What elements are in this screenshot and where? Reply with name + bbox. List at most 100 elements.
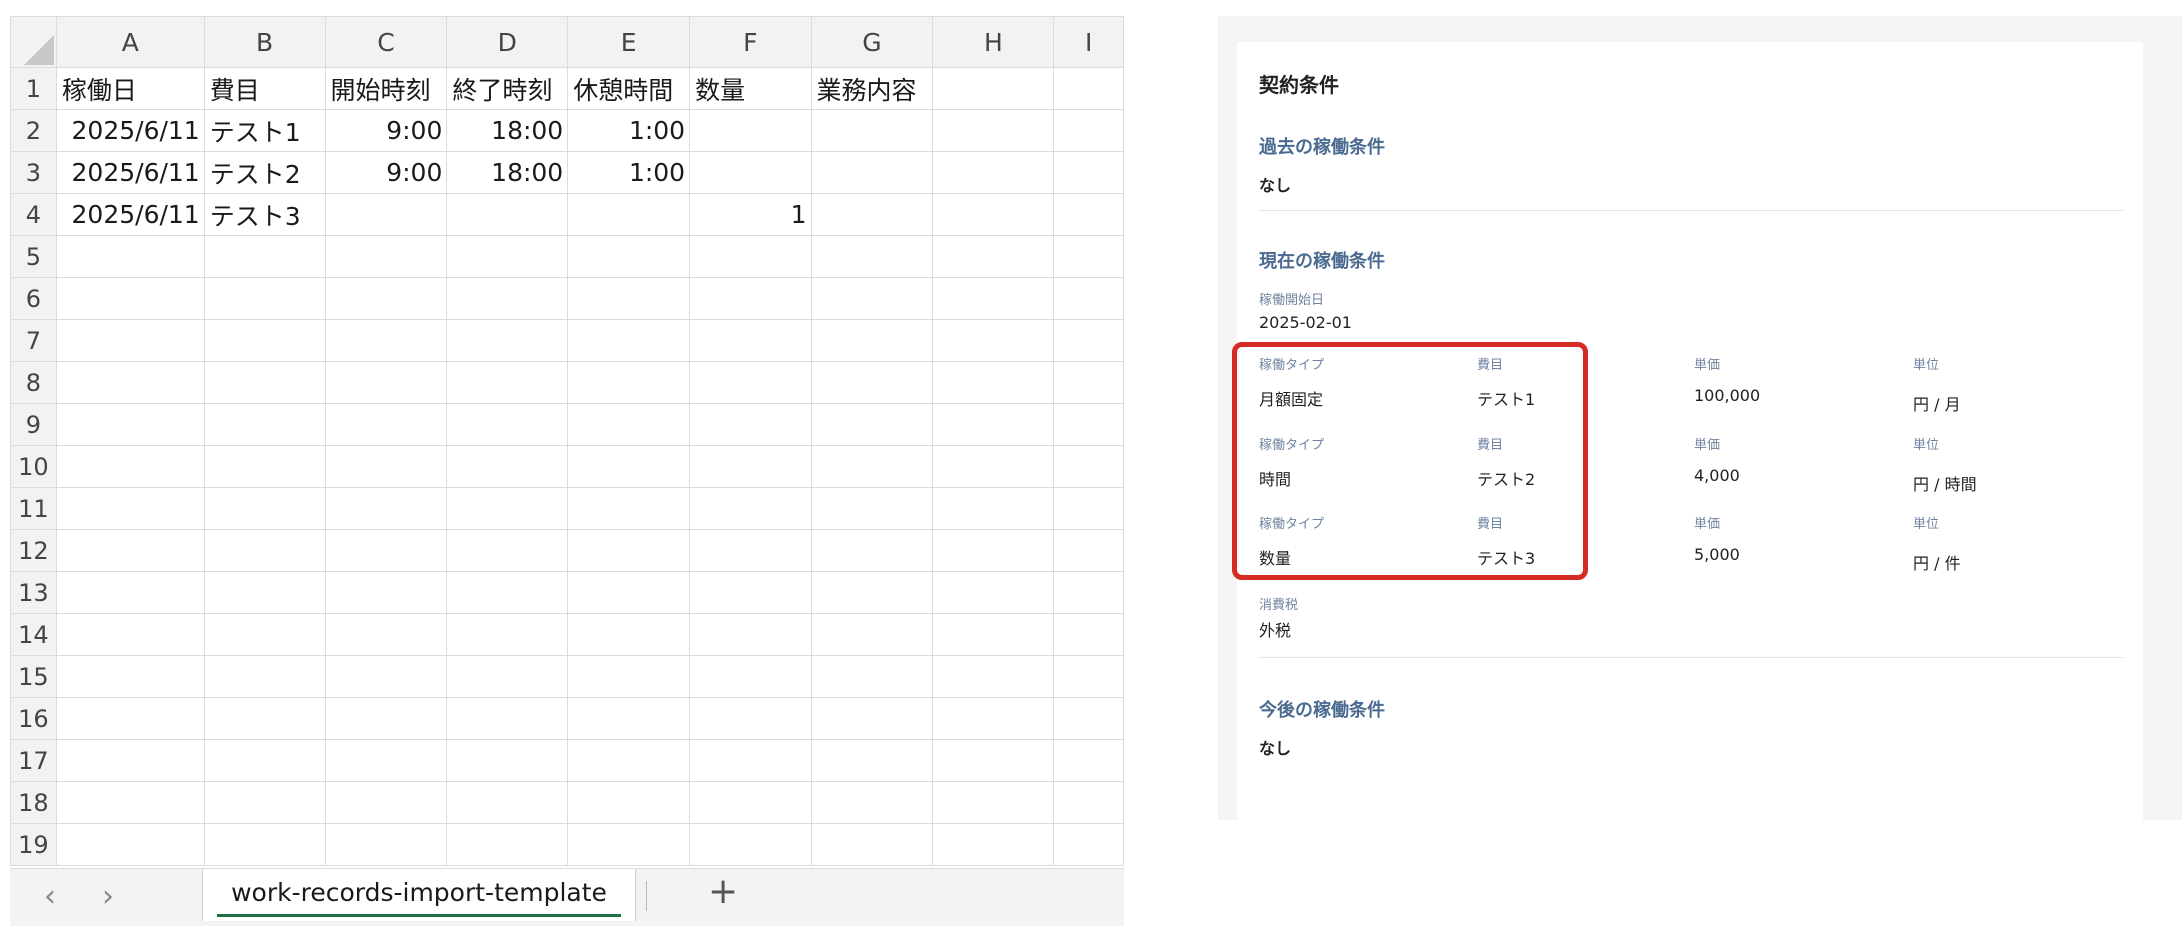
cell[interactable] xyxy=(932,67,1055,110)
row-header[interactable]: 17 xyxy=(10,739,57,782)
cell[interactable] xyxy=(689,403,812,446)
cell[interactable] xyxy=(567,739,691,782)
cell[interactable] xyxy=(567,235,691,278)
cell[interactable] xyxy=(203,319,326,362)
cell[interactable] xyxy=(689,361,812,404)
cell[interactable] xyxy=(446,193,569,236)
cell[interactable] xyxy=(1053,193,1124,236)
cell[interactable] xyxy=(810,193,934,236)
cell[interactable] xyxy=(810,277,934,320)
column-header[interactable]: I xyxy=(1053,16,1124,68)
cell[interactable] xyxy=(932,571,1055,614)
row-header[interactable]: 19 xyxy=(10,823,57,866)
cell[interactable]: 9:00 xyxy=(324,109,448,152)
cell[interactable] xyxy=(689,655,812,698)
select-all-corner[interactable] xyxy=(10,16,57,68)
cell[interactable] xyxy=(567,319,691,362)
cell[interactable] xyxy=(55,655,205,698)
row-header[interactable]: 9 xyxy=(10,403,57,446)
cell[interactable] xyxy=(324,235,448,278)
cell[interactable] xyxy=(932,403,1055,446)
cell[interactable] xyxy=(203,655,326,698)
cell[interactable]: 開始時刻 xyxy=(324,67,448,110)
row-header[interactable]: 10 xyxy=(10,445,57,488)
cell[interactable] xyxy=(567,277,691,320)
cell[interactable] xyxy=(446,571,569,614)
cell[interactable] xyxy=(203,781,326,824)
cell[interactable]: テスト1 xyxy=(203,109,326,152)
cell[interactable] xyxy=(203,487,326,530)
next-sheet-icon[interactable]: › xyxy=(102,879,114,914)
row-header[interactable]: 14 xyxy=(10,613,57,656)
row-header[interactable]: 15 xyxy=(10,655,57,698)
cell[interactable] xyxy=(203,739,326,782)
cell[interactable] xyxy=(689,571,812,614)
column-header[interactable]: H xyxy=(932,16,1055,68)
cell[interactable]: 休憩時間 xyxy=(567,67,691,110)
cell[interactable] xyxy=(689,445,812,488)
cell[interactable]: 9:00 xyxy=(324,151,448,194)
cell[interactable] xyxy=(324,445,448,488)
cell[interactable] xyxy=(446,655,569,698)
cell[interactable] xyxy=(203,277,326,320)
cell[interactable] xyxy=(324,823,448,866)
cell[interactable] xyxy=(689,487,812,530)
cell[interactable] xyxy=(689,319,812,362)
cell[interactable] xyxy=(55,613,205,656)
cell[interactable] xyxy=(1053,235,1124,278)
row-header[interactable]: 3 xyxy=(10,151,57,194)
cell[interactable]: 数量 xyxy=(689,67,812,110)
cell[interactable]: 業務内容 xyxy=(810,67,934,110)
cell[interactable] xyxy=(810,739,934,782)
cell[interactable] xyxy=(55,235,205,278)
cell[interactable]: テスト3 xyxy=(203,193,326,236)
cell[interactable] xyxy=(567,529,691,572)
cell[interactable] xyxy=(1053,445,1124,488)
cell[interactable] xyxy=(1053,529,1124,572)
cell[interactable] xyxy=(810,445,934,488)
cell[interactable] xyxy=(446,823,569,866)
cell[interactable] xyxy=(810,319,934,362)
cell[interactable] xyxy=(203,823,326,866)
cell[interactable] xyxy=(1053,697,1124,740)
cell[interactable] xyxy=(1053,655,1124,698)
cell[interactable] xyxy=(932,487,1055,530)
cell[interactable] xyxy=(810,235,934,278)
cell[interactable] xyxy=(932,781,1055,824)
cell[interactable] xyxy=(203,697,326,740)
cell[interactable] xyxy=(324,739,448,782)
cell[interactable] xyxy=(810,403,934,446)
cell[interactable] xyxy=(324,361,448,404)
cell[interactable] xyxy=(446,277,569,320)
cell[interactable]: 費目 xyxy=(203,67,326,110)
cell[interactable] xyxy=(567,613,691,656)
column-header[interactable]: C xyxy=(324,16,448,68)
row-header[interactable]: 6 xyxy=(10,277,57,320)
cell[interactable] xyxy=(810,361,934,404)
cell[interactable]: テスト2 xyxy=(203,151,326,194)
cell[interactable] xyxy=(689,823,812,866)
cell[interactable] xyxy=(932,193,1055,236)
cell[interactable] xyxy=(446,235,569,278)
cell[interactable] xyxy=(1053,277,1124,320)
cell[interactable] xyxy=(1053,67,1124,110)
row-header[interactable]: 8 xyxy=(10,361,57,404)
cell[interactable] xyxy=(446,361,569,404)
cell[interactable] xyxy=(689,697,812,740)
cell[interactable]: 2025/6/11 xyxy=(55,193,205,236)
cell[interactable] xyxy=(567,403,691,446)
sheet-tab-active[interactable]: work-records-import-template xyxy=(202,869,636,921)
cell[interactable] xyxy=(810,109,934,152)
cell[interactable] xyxy=(324,529,448,572)
cell[interactable] xyxy=(932,235,1055,278)
cell[interactable] xyxy=(689,529,812,572)
cell[interactable] xyxy=(810,151,934,194)
cell[interactable] xyxy=(567,655,691,698)
cell[interactable] xyxy=(810,655,934,698)
cell[interactable] xyxy=(1053,613,1124,656)
cell[interactable] xyxy=(567,697,691,740)
cell[interactable] xyxy=(203,571,326,614)
column-header[interactable]: D xyxy=(446,16,569,68)
cell[interactable] xyxy=(203,403,326,446)
prev-sheet-icon[interactable]: ‹ xyxy=(44,879,56,914)
